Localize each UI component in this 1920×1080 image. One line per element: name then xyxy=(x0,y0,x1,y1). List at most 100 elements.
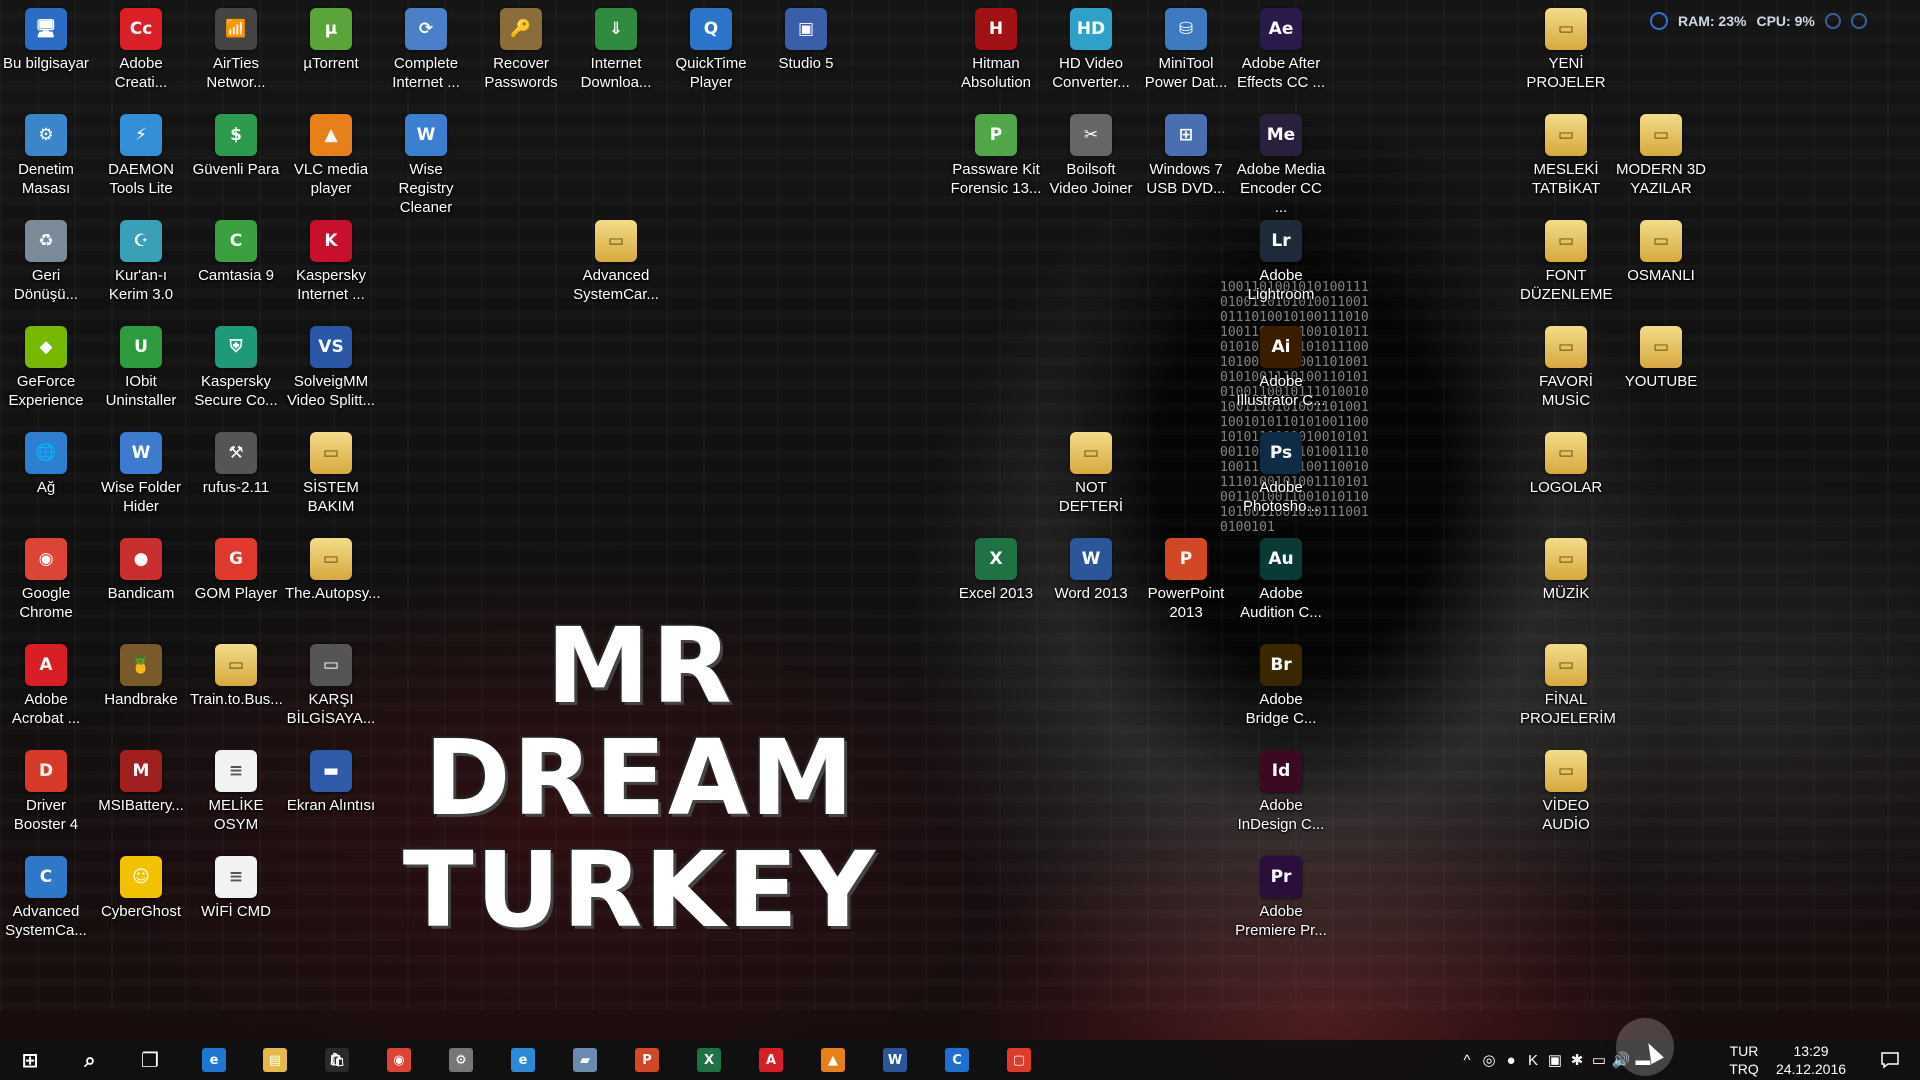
desktop-icon-adobe-audition-c[interactable]: Au Adobe Audition C... xyxy=(1235,534,1327,622)
desktop-icon-ağ[interactable]: 🌐 Ağ xyxy=(0,428,92,497)
desktop-icon-advanced-systemcar[interactable]: ▭ Advanced SystemCar... xyxy=(570,216,662,304)
internet-explorer-icon[interactable]: e xyxy=(499,1040,547,1080)
task-view-icon[interactable]: ❐ xyxy=(126,1040,174,1080)
powerpoint-icon[interactable]: P xyxy=(623,1040,671,1080)
desktop-icon-wi-fi-cmd[interactable]: ≡ WİFİ CMD xyxy=(190,852,282,921)
desktop-icon-denetim-masası[interactable]: ⚙ Denetim Masası xyxy=(0,110,92,198)
desktop-icon-driver-booster-4[interactable]: D Driver Booster 4 xyxy=(0,746,92,834)
edge-icon[interactable]: e xyxy=(190,1040,238,1080)
desktop-icon-not-defteri[interactable]: ▭ NOT DEFTERİ xyxy=(1045,428,1137,516)
desktop-icon-bu-bilgisayar[interactable]: 🖥 Bu bilgisayar xyxy=(0,4,92,73)
monitor-settings-icon[interactable] xyxy=(1824,13,1841,29)
desktop-icon-recover-passwords[interactable]: 🔑 Recover Passwords xyxy=(475,4,567,92)
search-icon[interactable]: ⌕ xyxy=(66,1040,114,1080)
desktop-icon-gom-player[interactable]: G GOM Player xyxy=(190,534,282,603)
desktop-icon-camtasia-9[interactable]: C Camtasia 9 xyxy=(190,216,282,285)
word-icon[interactable]: W xyxy=(871,1040,919,1080)
ccleaner-tray-icon[interactable]: ◎ xyxy=(1478,1040,1500,1080)
desktop-icon-vi-deo-audi-o[interactable]: ▭ VİDEO AUDİO xyxy=(1520,746,1612,834)
desktop-icon-vlc-media-player[interactable]: ▲ VLC media player xyxy=(285,110,377,198)
acrobat-icon[interactable]: A xyxy=(747,1040,795,1080)
desktop-icon-train-to-bus[interactable]: ▭ Train.to.Bus... xyxy=(190,640,283,709)
desktop-icon-adobe-photosho[interactable]: Ps Adobe Photosho... xyxy=(1235,428,1327,516)
desktop-icon-google-chrome[interactable]: ◉ Google Chrome xyxy=(0,534,92,622)
desktop-icon-msibattery[interactable]: M MSIBattery... xyxy=(95,746,187,815)
kaspersky-tray-icon[interactable]: K xyxy=(1522,1040,1544,1080)
desktop-icon-güvenli-para[interactable]: $ Güvenli Para xyxy=(190,110,282,179)
studio-icon[interactable]: ▰ xyxy=(561,1040,609,1080)
desktop-icon-wise-folder-hider[interactable]: W Wise Folder Hider xyxy=(95,428,187,516)
taskbar-clock[interactable]: 13:29 24.12.2016 xyxy=(1768,1042,1854,1078)
desktop-icon-adobe-after-effects-cc[interactable]: Ae Adobe After Effects CC ... xyxy=(1235,4,1327,92)
desktop-icon-cyberghost[interactable]: ☺ CyberGhost xyxy=(95,852,187,921)
desktop-icon-the-autopsy[interactable]: ▭ The.Autopsy... xyxy=(285,534,381,603)
desktop-icon-ekran-alıntısı[interactable]: ▬ Ekran Alıntısı xyxy=(285,746,377,815)
desktop-icon-daemon-tools-lite[interactable]: ⚡ DAEMON Tools Lite xyxy=(95,110,187,198)
desktop-icon-mesleki-tatbi-kat[interactable]: ▭ MESLEKİ TATBİKAT xyxy=(1520,110,1612,198)
desktop-icon-torrent[interactable]: µ µTorrent xyxy=(285,4,377,73)
desktop-icon-adobe-indesign-c[interactable]: Id Adobe InDesign C... xyxy=(1235,746,1327,834)
desktop-icon-bandicam[interactable]: ● Bandicam xyxy=(95,534,187,603)
desktop-icon-iobit-uninstaller[interactable]: U IObit Uninstaller xyxy=(95,322,187,410)
desktop-icon-excel-2013[interactable]: X Excel 2013 xyxy=(950,534,1042,603)
recover-passwords-icon[interactable]: ⚙ xyxy=(437,1040,485,1080)
excel-icon[interactable]: X xyxy=(685,1040,733,1080)
desktop-icon-windows-7-usb-dvd[interactable]: ⊞ Windows 7 USB DVD... xyxy=(1140,110,1232,198)
file-explorer-icon[interactable]: ▤ xyxy=(251,1040,299,1080)
nvidia-tray-icon[interactable]: ▣ xyxy=(1544,1040,1566,1080)
desktop-icon-studio-5[interactable]: ▣ Studio 5 xyxy=(760,4,852,73)
store-icon[interactable]: 🛍 xyxy=(313,1040,361,1080)
desktop-icon-word-2013[interactable]: W Word 2013 xyxy=(1045,534,1137,603)
desktop-icon-adobe-creati[interactable]: Cc Adobe Creati... xyxy=(95,4,187,92)
desktop-icon-adobe-lightroom[interactable]: Lr Adobe Lightroom xyxy=(1235,216,1327,304)
chrome-icon[interactable]: ◉ xyxy=(375,1040,423,1080)
desktop-icon-adobe-media-encoder-cc[interactable]: Me Adobe Media Encoder CC ... xyxy=(1235,110,1327,217)
desktop-icon-modern-3d-yazilar[interactable]: ▭ MODERN 3D YAZILAR xyxy=(1615,110,1707,198)
desktop-icon-adobe-bridge-c[interactable]: Br Adobe Bridge C... xyxy=(1235,640,1327,728)
desktop-icon-meli-ke-osym[interactable]: ≡ MELİKE OSYM xyxy=(190,746,282,834)
desktop-icon-internet-downloa[interactable]: ⇓ Internet Downloa... xyxy=(570,4,662,92)
desktop-icon-kur-an-ı-kerim-3-0[interactable]: ☪ Kur'an-ı Kerim 3.0 xyxy=(95,216,187,304)
desktop-icon-youtube[interactable]: ▭ YOUTUBE xyxy=(1615,322,1707,391)
ccleaner-icon[interactable]: C xyxy=(933,1040,981,1080)
desktop-icon-kaspersky-secure-co[interactable]: ⛨ Kaspersky Secure Co... xyxy=(190,322,282,410)
desktop-icon-handbrake[interactable]: 🍍 Handbrake xyxy=(95,640,187,709)
vlc-icon[interactable]: ▲ xyxy=(809,1040,857,1080)
desktop-icon-si-stem-bakim[interactable]: ▭ SİSTEM BAKIM xyxy=(285,428,377,516)
desktop-icon-müzi-k[interactable]: ▭ MÜZİK xyxy=(1520,534,1612,603)
desktop-icon-karşi-bi-lgi-saya[interactable]: ▭ KARŞI BİLGİSAYA... xyxy=(285,640,377,728)
desktop-icon-favori-musi-c[interactable]: ▭ FAVORİ MUSİC xyxy=(1520,322,1612,410)
desktop-icon-boilsoft-video-joiner[interactable]: ✂ Boilsoft Video Joiner xyxy=(1045,110,1137,198)
bluetooth-tray-icon[interactable]: ✱ xyxy=(1566,1040,1588,1080)
desktop-icon-yeni-projeler[interactable]: ▭ YENİ PROJELER xyxy=(1520,4,1612,92)
desktop-icon-rufus-2-11[interactable]: ⚒ rufus-2.11 xyxy=(190,428,282,497)
desktop-icon-kaspersky-internet[interactable]: K Kaspersky Internet ... xyxy=(285,216,377,304)
start-button[interactable]: ⊞ xyxy=(6,1040,54,1080)
desktop-icon-complete-internet[interactable]: ⟳ Complete Internet ... xyxy=(380,4,472,92)
desktop-icon-logolar[interactable]: ▭ LOGOLAR xyxy=(1520,428,1612,497)
desktop-icon-solveigmm-video-splitt[interactable]: VS SolveigMM Video Splitt... xyxy=(285,322,377,410)
desktop-icon-hitman-absolution[interactable]: H Hitman Absolution xyxy=(950,4,1042,92)
desktop-icon-passware-kit-forensic-13[interactable]: P Passware Kit Forensic 13... xyxy=(950,110,1042,198)
desktop-icon-quicktime-player[interactable]: Q QuickTime Player xyxy=(665,4,757,92)
monitor-expand-icon[interactable] xyxy=(1850,13,1867,29)
desktop-icon-hd-video-converter[interactable]: HD HD Video Converter... xyxy=(1045,4,1137,92)
bandicam-tray-icon[interactable]: ● xyxy=(1500,1040,1522,1080)
desktop-icon-geri-dönüşü[interactable]: ♻ Geri Dönüşü... xyxy=(0,216,92,304)
desktop-icon-font-düzenleme[interactable]: ▭ FONT DÜZENLEME xyxy=(1520,216,1613,304)
desktop-icon-minitool-power-dat[interactable]: ⛁ MiniTool Power Dat... xyxy=(1140,4,1232,92)
desktop-icon-geforce-experience[interactable]: ◆ GeForce Experience xyxy=(0,322,92,410)
camtasia-recorder-icon[interactable]: ▢ xyxy=(995,1040,1043,1080)
desktop-icon-osmanli[interactable]: ▭ OSMANLI xyxy=(1615,216,1707,285)
network-tray-icon[interactable]: ▭ xyxy=(1588,1040,1610,1080)
desktop-icon-airties-networ[interactable]: 📶 AirTies Networ... xyxy=(190,4,282,92)
desktop-icon-advanced-systemca[interactable]: C Advanced SystemCa... xyxy=(0,852,92,940)
show-hidden-icons-icon[interactable]: ^ xyxy=(1456,1040,1478,1080)
input-language-indicator[interactable]: TUR TRQ xyxy=(1722,1042,1766,1078)
desktop-icon-powerpoint-2013[interactable]: P PowerPoint 2013 xyxy=(1140,534,1232,622)
desktop-icon-wise-registry-cleaner[interactable]: W Wise Registry Cleaner xyxy=(380,110,472,217)
desktop-icon-adobe-acrobat[interactable]: A Adobe Acrobat ... xyxy=(0,640,92,728)
desktop-icon-fi-nal-projeleri-m[interactable]: ▭ FİNAL PROJELERİM xyxy=(1520,640,1616,728)
action-center-button[interactable] xyxy=(1868,1040,1912,1080)
desktop-icon-adobe-illustrator-c[interactable]: Ai Adobe Illustrator C... xyxy=(1235,322,1327,410)
